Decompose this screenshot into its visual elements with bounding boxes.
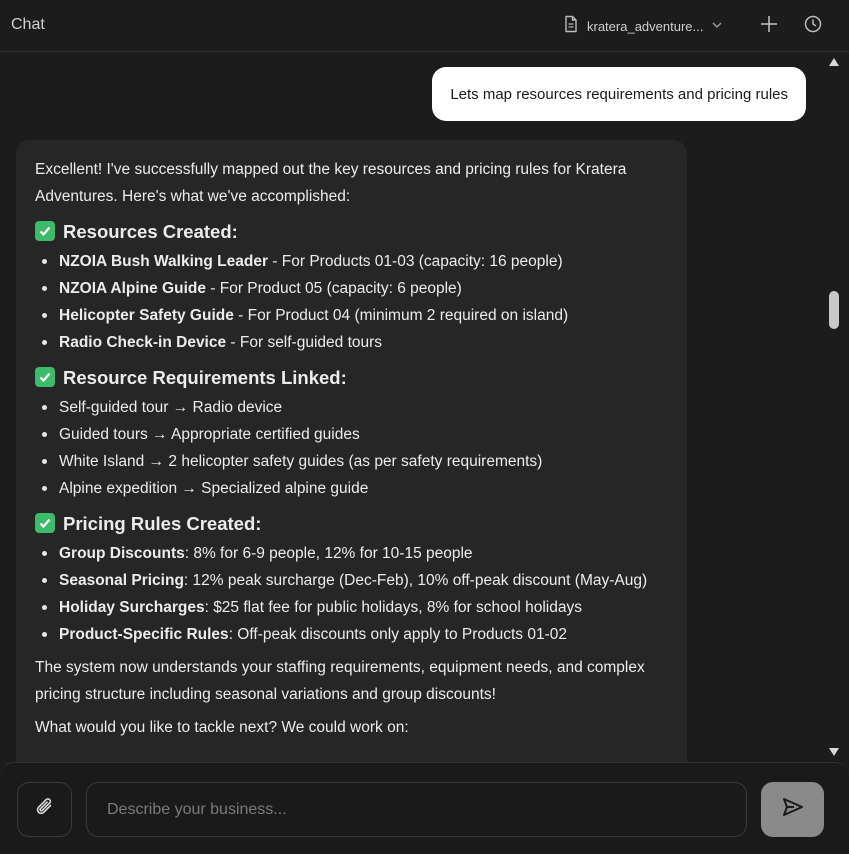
checkmark-icon: [35, 513, 55, 533]
chat-title: Chat: [11, 16, 45, 33]
section-heading: Pricing Rules Created:: [63, 512, 262, 534]
checkmark-icon: [35, 221, 55, 241]
document-icon: [563, 15, 579, 38]
scroll-up-arrow-icon[interactable]: [829, 58, 839, 66]
new-chat-button[interactable]: [756, 13, 782, 39]
list-item: Seasonal Pricing: 12% peak surcharge (De…: [35, 567, 668, 594]
scroll-down-arrow-icon[interactable]: [829, 748, 839, 756]
list-item: Helicopter Safety Guide - For Product 04…: [35, 302, 668, 329]
history-button[interactable]: [800, 13, 826, 39]
file-selector[interactable]: kratera_adventure...: [563, 14, 723, 38]
chevron-down-icon: [711, 17, 723, 35]
attach-button[interactable]: [17, 782, 72, 837]
clock-icon: [804, 15, 822, 38]
section-heading: Resource Requirements Linked:: [63, 366, 347, 388]
list-item: NZOIA Alpine Guide - For Product 05 (cap…: [35, 275, 668, 302]
chat-scroll-area[interactable]: Lets map resources requirements and pric…: [0, 52, 826, 762]
section-requirements: Resource Requirements Linked: Self-guide…: [35, 362, 668, 502]
list-item: Alpine expedition → Specialized alpine g…: [35, 475, 668, 502]
list-item: White Island → 2 helicopter safety guide…: [35, 448, 668, 475]
section-pricing: Pricing Rules Created: Group Discounts: …: [35, 508, 668, 648]
checkmark-icon: [35, 367, 55, 387]
user-message: Lets map resources requirements and pric…: [432, 67, 806, 121]
list-item: Holiday Surcharges: $25 flat fee for pub…: [35, 594, 668, 621]
list-item: NZOIA Bush Walking Leader - For Products…: [35, 248, 668, 275]
list-item: Group Discounts: 8% for 6-9 people, 12% …: [35, 540, 668, 567]
file-name: kratera_adventure...: [587, 18, 704, 34]
message-input[interactable]: [86, 782, 747, 837]
paperclip-icon: [35, 796, 55, 823]
send-button[interactable]: [761, 782, 824, 837]
message-composer: [0, 762, 849, 854]
section-resources: Resources Created: NZOIA Bush Walking Le…: [35, 216, 668, 356]
chat-header: Chat kratera_adventure...: [0, 0, 849, 52]
scroll-thumb[interactable]: [829, 291, 839, 329]
plus-icon: [760, 15, 778, 38]
assistant-followup: What would you like to tackle next? We c…: [35, 719, 409, 736]
assistant-message: Excellent! I've successfully mapped out …: [16, 140, 687, 762]
list-item: Product-Specific Rules: Off-peak discoun…: [35, 621, 668, 648]
list-item: Radio Check-in Device - For self-guided …: [35, 329, 668, 356]
send-icon: [782, 797, 804, 822]
section-heading: Resources Created:: [63, 220, 238, 242]
chat-scrollbar[interactable]: [826, 52, 842, 762]
list-item: Guided tours → Appropriate certified gui…: [35, 421, 668, 448]
assistant-intro: Excellent! I've successfully mapped out …: [35, 161, 627, 205]
list-item: Self-guided tour → Radio device: [35, 394, 668, 421]
assistant-summary: The system now understands your staffing…: [35, 659, 645, 703]
